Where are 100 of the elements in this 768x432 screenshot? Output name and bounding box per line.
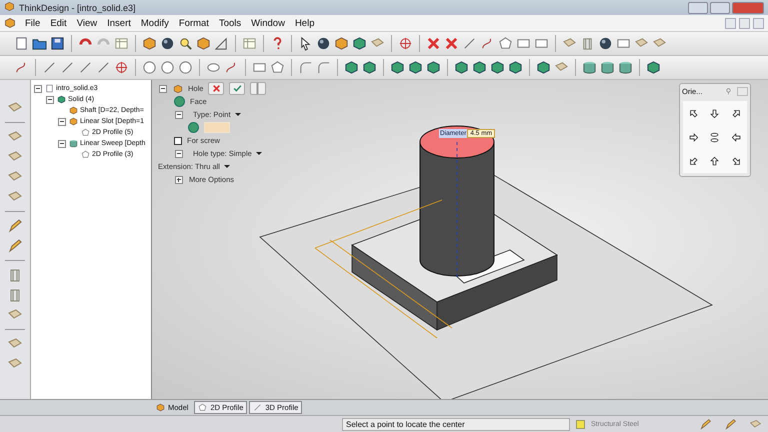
expander-icon[interactable]: [58, 118, 66, 126]
sphere-icon[interactable]: [316, 36, 331, 51]
line-icon[interactable]: [78, 60, 93, 75]
cancel-button[interactable]: [208, 82, 224, 95]
circle-icon[interactable]: [142, 60, 157, 75]
color-swatch[interactable]: [576, 420, 585, 428]
view-button[interactable]: [730, 108, 742, 118]
view-button[interactable]: [709, 108, 720, 118]
minimize-button[interactable]: [688, 2, 708, 14]
pick-field[interactable]: [204, 122, 230, 133]
menu-item[interactable]: Window: [250, 18, 286, 28]
solid-cube-icon[interactable]: [454, 60, 469, 75]
menu-item[interactable]: Help: [294, 18, 316, 28]
arrow-icon: [730, 132, 742, 142]
delete-icon[interactable]: [444, 36, 459, 51]
new-file-icon: [45, 84, 54, 93]
cube-icon: [156, 403, 165, 412]
magnifier-icon[interactable]: [178, 36, 193, 51]
solid-cube-icon[interactable]: [390, 60, 405, 75]
table-icon[interactable]: [114, 36, 129, 51]
checkbox[interactable]: [174, 136, 182, 144]
solid-cube-icon[interactable]: [536, 60, 551, 75]
view-icon: [709, 132, 720, 142]
pentagon-icon: [81, 150, 90, 159]
line-icon[interactable]: [462, 36, 477, 51]
view-button[interactable]: [688, 132, 700, 142]
caret-icon: [224, 165, 230, 168]
cylinder-icon[interactable]: [600, 60, 615, 75]
pentagon-icon[interactable]: [270, 60, 285, 75]
solid-cube-icon[interactable]: [472, 60, 487, 75]
view-button[interactable]: [709, 132, 720, 142]
cube-icon: [173, 84, 183, 94]
cube-icon[interactable]: [142, 36, 157, 51]
view-button[interactable]: [730, 156, 742, 166]
line-icon[interactable]: [96, 60, 111, 75]
view-button[interactable]: [688, 108, 700, 118]
delete-icon[interactable]: [426, 36, 441, 51]
check-circle-icon: [188, 122, 199, 133]
cube-icon[interactable]: [196, 36, 211, 51]
crosshair-icon[interactable]: [398, 36, 413, 51]
expander-icon[interactable]: [58, 140, 66, 148]
arrow-icon: [709, 156, 720, 166]
solid-cube-icon[interactable]: [508, 60, 523, 75]
menu-item[interactable]: View: [76, 18, 98, 28]
expander-icon[interactable]: [175, 110, 183, 118]
cube-icon: [4, 0, 15, 12]
caret-icon: [234, 113, 241, 116]
menu-item[interactable]: Tools: [218, 18, 242, 28]
expander-icon[interactable]: [34, 84, 42, 92]
menu-item[interactable]: Edit: [49, 18, 68, 28]
sphere-icon[interactable]: [598, 36, 613, 51]
solid-cube-icon[interactable]: [646, 60, 661, 75]
menu-item[interactable]: File: [24, 18, 42, 28]
expander-icon[interactable]: [175, 150, 183, 158]
menu-item[interactable]: Insert: [106, 18, 132, 28]
view-button[interactable]: [730, 132, 742, 142]
pencil-icon[interactable]: [699, 418, 712, 430]
cube-icon: [4, 17, 16, 29]
arrow-icon: [709, 108, 720, 118]
fillet-icon[interactable]: [316, 60, 331, 75]
cube-icon[interactable]: [334, 36, 349, 51]
maximize-button[interactable]: [710, 2, 730, 14]
expander-icon[interactable]: [159, 84, 167, 92]
expander-icon[interactable]: [175, 176, 183, 184]
line-icon[interactable]: [60, 60, 75, 75]
solid-cube-icon: [57, 95, 66, 104]
pencil-icon[interactable]: [7, 238, 23, 254]
sphere-icon[interactable]: [160, 36, 175, 51]
pentagon-icon[interactable]: [498, 36, 513, 51]
view-button[interactable]: [709, 156, 720, 166]
cylinder-icon[interactable]: [618, 60, 633, 75]
expander-icon[interactable]: [46, 96, 54, 104]
fillet-icon[interactable]: [298, 60, 313, 75]
solid-cube-icon[interactable]: [490, 60, 505, 75]
pause-button[interactable]: [250, 82, 266, 95]
triangle-icon[interactable]: [214, 36, 229, 51]
solid-cube-icon[interactable]: [362, 60, 377, 75]
solid-cube-icon[interactable]: [352, 36, 367, 51]
pencil-icon[interactable]: [724, 418, 737, 430]
cylinder-icon[interactable]: [582, 60, 597, 75]
line-icon[interactable]: [42, 60, 57, 75]
menu-item[interactable]: Modify: [140, 18, 170, 28]
arrow-icon: [730, 108, 742, 118]
save-icon[interactable]: [50, 36, 65, 51]
arrow-icon: [688, 156, 700, 166]
menu-item[interactable]: Format: [178, 18, 210, 28]
solid-cube-icon[interactable]: [408, 60, 423, 75]
delete-icon: [212, 84, 221, 93]
circle-icon[interactable]: [178, 60, 193, 75]
table-icon[interactable]: [242, 36, 257, 51]
status-message: Select a point to locate the center: [342, 418, 570, 430]
pencil-icon[interactable]: [7, 218, 23, 234]
crosshair-icon[interactable]: [114, 60, 129, 75]
circle-icon[interactable]: [160, 60, 175, 75]
close-button[interactable]: [732, 2, 764, 14]
new-file-icon[interactable]: [14, 36, 29, 51]
solid-cube-icon[interactable]: [426, 60, 441, 75]
solid-cube-icon[interactable]: [344, 60, 359, 75]
view-button[interactable]: [688, 156, 700, 166]
ok-button[interactable]: [229, 82, 246, 95]
